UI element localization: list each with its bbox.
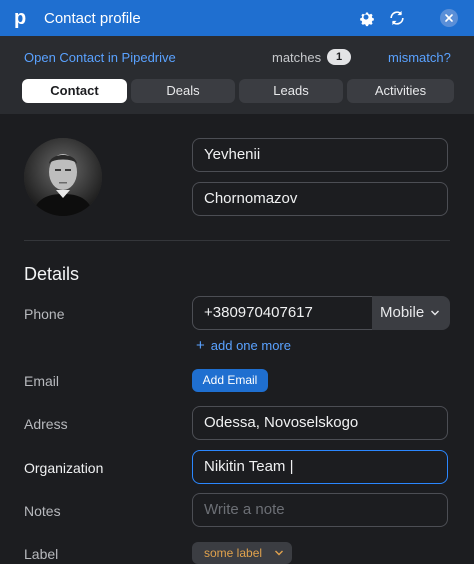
- email-label: Email: [24, 373, 60, 389]
- last-name-field[interactable]: Chornomazov: [192, 182, 448, 216]
- close-icon[interactable]: [440, 9, 458, 27]
- organization-field[interactable]: Nikitin Team |: [192, 450, 448, 484]
- avatar: [24, 138, 102, 216]
- add-email-button[interactable]: Add Email: [192, 369, 268, 392]
- add-one-more-label: add one more: [210, 338, 291, 353]
- section-divider: [24, 240, 450, 241]
- open-contact-link[interactable]: Open Contact in Pipedrive: [24, 50, 176, 65]
- organization-label: Organization: [24, 460, 104, 476]
- mismatch-link[interactable]: mismatch?: [388, 50, 451, 65]
- pipedrive-logo: p: [14, 7, 27, 29]
- chevron-down-icon: [431, 310, 439, 316]
- add-phone-link[interactable]: + add one more: [196, 337, 291, 354]
- app-header: p Contact profile: [0, 0, 474, 36]
- matches-label: matches: [272, 50, 322, 65]
- address-field[interactable]: Odessa, Novoselskogo: [192, 406, 448, 440]
- tab-contact[interactable]: Contact: [22, 79, 127, 103]
- refresh-icon[interactable]: [387, 8, 407, 28]
- tab-deals[interactable]: Deals: [131, 79, 235, 103]
- first-name-field[interactable]: Yevhenii: [192, 138, 448, 172]
- phone-type-select[interactable]: Mobile: [372, 296, 450, 330]
- phone-label: Phone: [24, 306, 65, 322]
- notes-field[interactable]: Write a note: [192, 493, 448, 527]
- plus-icon: +: [196, 337, 205, 354]
- phone-field[interactable]: +380970407617: [192, 296, 373, 330]
- phone-type-value: Mobile: [380, 304, 425, 321]
- details-heading: Details: [24, 264, 80, 284]
- address-label: Adress: [24, 416, 68, 432]
- page-title: Contact profile: [44, 10, 141, 27]
- label-value: some label: [204, 546, 263, 560]
- tab-activities[interactable]: Activities: [347, 79, 454, 103]
- gear-icon[interactable]: [356, 8, 376, 28]
- label-select[interactable]: some label: [192, 542, 292, 564]
- notes-label: Notes: [24, 503, 61, 519]
- matches-count-badge: 1: [327, 49, 351, 65]
- tab-leads[interactable]: Leads: [239, 79, 343, 103]
- label-label: Label: [24, 546, 59, 562]
- tab-bar: Contact Deals Leads Activities: [22, 79, 454, 103]
